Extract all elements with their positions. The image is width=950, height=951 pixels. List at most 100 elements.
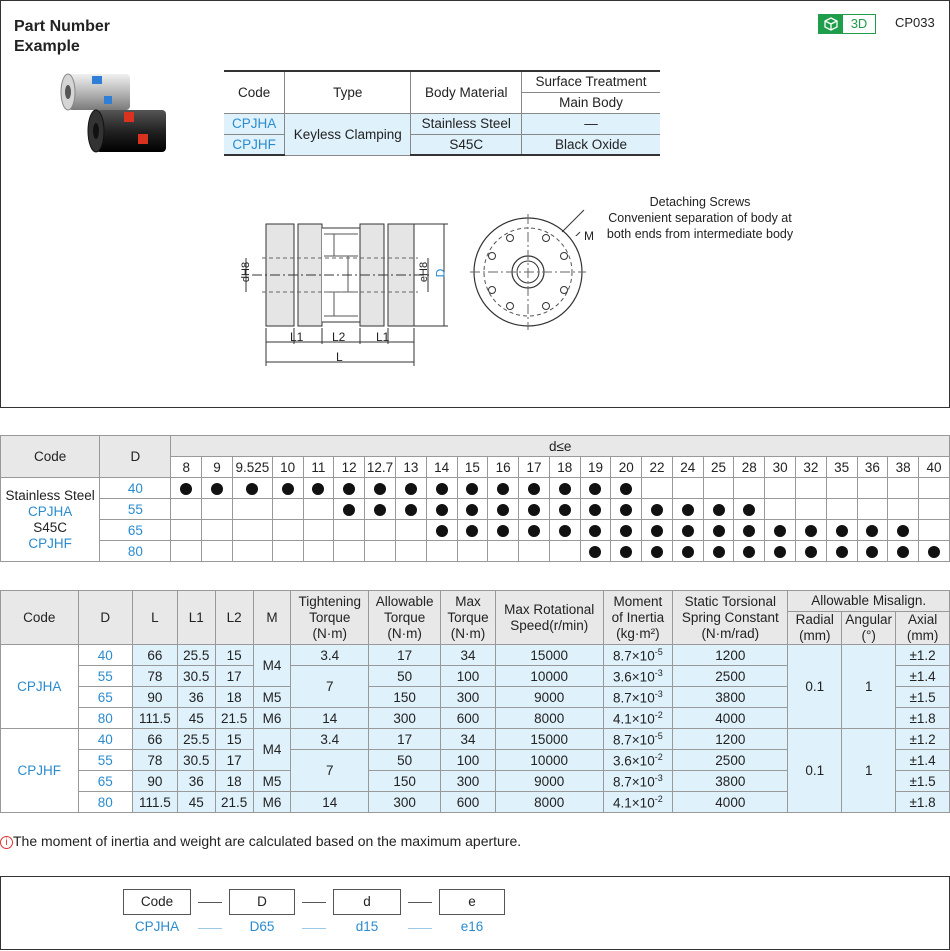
available-dot[interactable] bbox=[681, 503, 694, 516]
available-dot[interactable] bbox=[497, 482, 510, 495]
part-number-title: Part Number Example bbox=[14, 18, 111, 55]
product-code[interactable]: CPJHF bbox=[1, 536, 99, 552]
available-dot[interactable] bbox=[466, 524, 479, 537]
available-dot[interactable] bbox=[466, 482, 479, 495]
available-dot[interactable] bbox=[558, 482, 571, 495]
material-code[interactable]: CPJHF bbox=[224, 133, 286, 156]
available-dot[interactable] bbox=[180, 482, 193, 495]
max-speed-cell: 15000 bbox=[494, 728, 604, 750]
available-dot[interactable] bbox=[866, 524, 879, 537]
available-dot[interactable] bbox=[404, 482, 417, 495]
allowable-torque-cell: 50 bbox=[368, 749, 442, 771]
availability-cell bbox=[271, 477, 304, 499]
header-max-speed: Max Rotational Speed(r/min) bbox=[494, 590, 604, 645]
availability-cell bbox=[671, 498, 704, 520]
available-dot[interactable] bbox=[928, 545, 941, 558]
available-dot[interactable] bbox=[527, 482, 540, 495]
available-dot[interactable] bbox=[435, 503, 448, 516]
availability-cell bbox=[671, 540, 704, 562]
available-dot[interactable] bbox=[620, 524, 633, 537]
available-dot[interactable] bbox=[497, 524, 510, 537]
availability-cell bbox=[170, 519, 203, 541]
available-dot[interactable] bbox=[312, 482, 325, 495]
available-dot[interactable] bbox=[435, 524, 448, 537]
3d-model-button[interactable]: 3D bbox=[818, 14, 876, 34]
available-dot[interactable] bbox=[712, 503, 725, 516]
available-dot[interactable] bbox=[211, 482, 224, 495]
available-dot[interactable] bbox=[651, 545, 664, 558]
available-dot[interactable] bbox=[589, 503, 602, 516]
label-m: M bbox=[584, 229, 594, 243]
available-dot[interactable] bbox=[620, 482, 633, 495]
pn-value-e: e16 bbox=[460, 919, 484, 934]
available-dot[interactable] bbox=[589, 545, 602, 558]
available-dot[interactable] bbox=[835, 524, 848, 537]
available-dot[interactable] bbox=[897, 545, 910, 558]
available-dot[interactable] bbox=[374, 482, 387, 495]
product-code[interactable]: CPJHA bbox=[0, 644, 79, 729]
available-dot[interactable] bbox=[774, 545, 787, 558]
availability-cell bbox=[825, 540, 858, 562]
available-dot[interactable] bbox=[558, 503, 571, 516]
availability-cell bbox=[641, 519, 673, 541]
availability-cell bbox=[733, 498, 766, 520]
available-dot[interactable] bbox=[589, 482, 602, 495]
availability-cell bbox=[364, 540, 397, 562]
available-dot[interactable] bbox=[527, 524, 540, 537]
availability-cell bbox=[333, 540, 366, 562]
spring-constant-cell: 4000 bbox=[672, 791, 789, 813]
available-dot[interactable] bbox=[681, 545, 694, 558]
availability-cell bbox=[887, 498, 920, 520]
available-dot[interactable] bbox=[246, 482, 259, 495]
max-torque-cell: 600 bbox=[440, 791, 496, 813]
available-dot[interactable] bbox=[651, 503, 664, 516]
available-dot[interactable] bbox=[404, 503, 417, 516]
available-dot[interactable] bbox=[497, 503, 510, 516]
available-dot[interactable] bbox=[774, 524, 787, 537]
availability-cell bbox=[548, 498, 581, 520]
availability-cell bbox=[271, 540, 304, 562]
available-dot[interactable] bbox=[712, 524, 725, 537]
available-dot[interactable] bbox=[558, 524, 571, 537]
available-dot[interactable] bbox=[466, 503, 479, 516]
available-dot[interactable] bbox=[589, 524, 602, 537]
availability-cell bbox=[231, 519, 273, 541]
available-dot[interactable] bbox=[712, 545, 725, 558]
available-dot[interactable] bbox=[343, 503, 356, 516]
available-dot[interactable] bbox=[435, 482, 448, 495]
available-dot[interactable] bbox=[866, 545, 879, 558]
available-dot[interactable] bbox=[743, 503, 756, 516]
available-dot[interactable] bbox=[743, 545, 756, 558]
available-dot[interactable] bbox=[620, 545, 633, 558]
available-dot[interactable] bbox=[681, 524, 694, 537]
max-torque-cell: 100 bbox=[440, 665, 496, 687]
allowable-torque-cell: 50 bbox=[368, 665, 442, 687]
available-dot[interactable] bbox=[897, 524, 910, 537]
available-dot[interactable] bbox=[374, 503, 387, 516]
material-table: Code Type Body Material Surface Treatmen… bbox=[224, 70, 660, 156]
tightening-torque-cell: 7 bbox=[290, 665, 370, 708]
available-dot[interactable] bbox=[527, 503, 540, 516]
available-dot[interactable] bbox=[804, 524, 817, 537]
header-d-le-e: d≤e bbox=[170, 435, 950, 457]
available-dot[interactable] bbox=[743, 524, 756, 537]
available-dot[interactable] bbox=[835, 545, 848, 558]
L1-cell: 30.5 bbox=[176, 665, 216, 687]
L2-cell: 18 bbox=[214, 770, 254, 792]
availability-cell bbox=[364, 519, 397, 541]
available-dot[interactable] bbox=[620, 503, 633, 516]
d-value-header: 10 bbox=[271, 456, 304, 478]
material-code[interactable]: CPJHA bbox=[224, 112, 286, 135]
product-code[interactable]: CPJHA bbox=[1, 504, 99, 520]
product-code[interactable]: CPJHF bbox=[0, 728, 79, 813]
available-dot[interactable] bbox=[281, 482, 294, 495]
allowable-torque-cell: 300 bbox=[368, 707, 442, 729]
availability-cell bbox=[201, 519, 233, 541]
d-value-header: 13 bbox=[395, 456, 427, 478]
available-dot[interactable] bbox=[804, 545, 817, 558]
availability-cell bbox=[856, 498, 889, 520]
available-dot[interactable] bbox=[651, 524, 664, 537]
available-dot[interactable] bbox=[343, 482, 356, 495]
angular-cell: 1 bbox=[841, 728, 897, 813]
info-icon: i bbox=[0, 836, 13, 849]
